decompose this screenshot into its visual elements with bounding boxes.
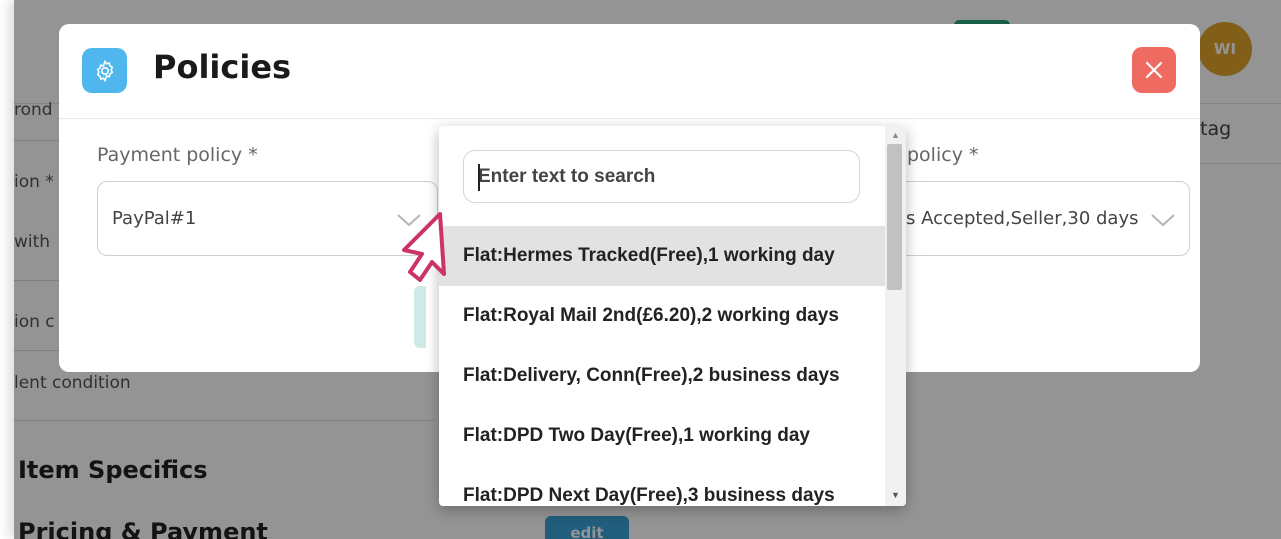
dropdown-option[interactable]: Flat:Delivery, Conn(Free),2 business day… [439, 346, 885, 406]
search-field[interactable] [463, 150, 860, 203]
shipping-policy-dropdown[interactable]: Flat:Hermes Tracked(Free),1 working day … [439, 126, 906, 506]
close-icon [1145, 61, 1163, 79]
close-button[interactable] [1132, 47, 1176, 93]
scroll-up-arrow-icon[interactable]: ▲ [891, 130, 900, 140]
pointer-cursor-icon [402, 212, 446, 282]
text-caret [478, 164, 480, 191]
scrollbar[interactable]: ▲ ▼ [885, 126, 906, 506]
dropdown-option[interactable]: Flat:DPD Next Day(Free),3 business days [439, 466, 885, 506]
scroll-down-arrow-icon[interactable]: ▼ [891, 490, 900, 500]
search-input[interactable] [478, 163, 848, 191]
return-policy-value: s Accepted,Seller,30 days [906, 208, 1139, 229]
payment-policy-select[interactable]: PayPal#1 [97, 181, 438, 256]
options-list: Flat:Hermes Tracked(Free),1 working day … [439, 226, 885, 506]
payment-policy-label: Payment policy * [97, 144, 258, 166]
chevron-down-icon [1151, 214, 1175, 227]
gear-icon [82, 48, 127, 93]
scroll-thumb[interactable] [887, 144, 902, 290]
return-policy-select[interactable]: s Accepted,Seller,30 days [859, 181, 1190, 256]
modal-title: Policies [153, 48, 292, 86]
save-button[interactable] [414, 286, 426, 348]
dropdown-option[interactable]: Flat:Royal Mail 2nd(£6.20),2 working day… [439, 286, 885, 346]
return-policy-label: policy * [907, 144, 979, 166]
payment-policy-value: PayPal#1 [112, 208, 197, 229]
modal-header: Policies [59, 24, 1200, 119]
dropdown-option[interactable]: Flat:DPD Two Day(Free),1 working day [439, 406, 885, 466]
dropdown-option[interactable]: Flat:Hermes Tracked(Free),1 working day [439, 226, 885, 286]
app-frame: WI rond ion * with ion c lent condition … [14, 0, 1281, 539]
